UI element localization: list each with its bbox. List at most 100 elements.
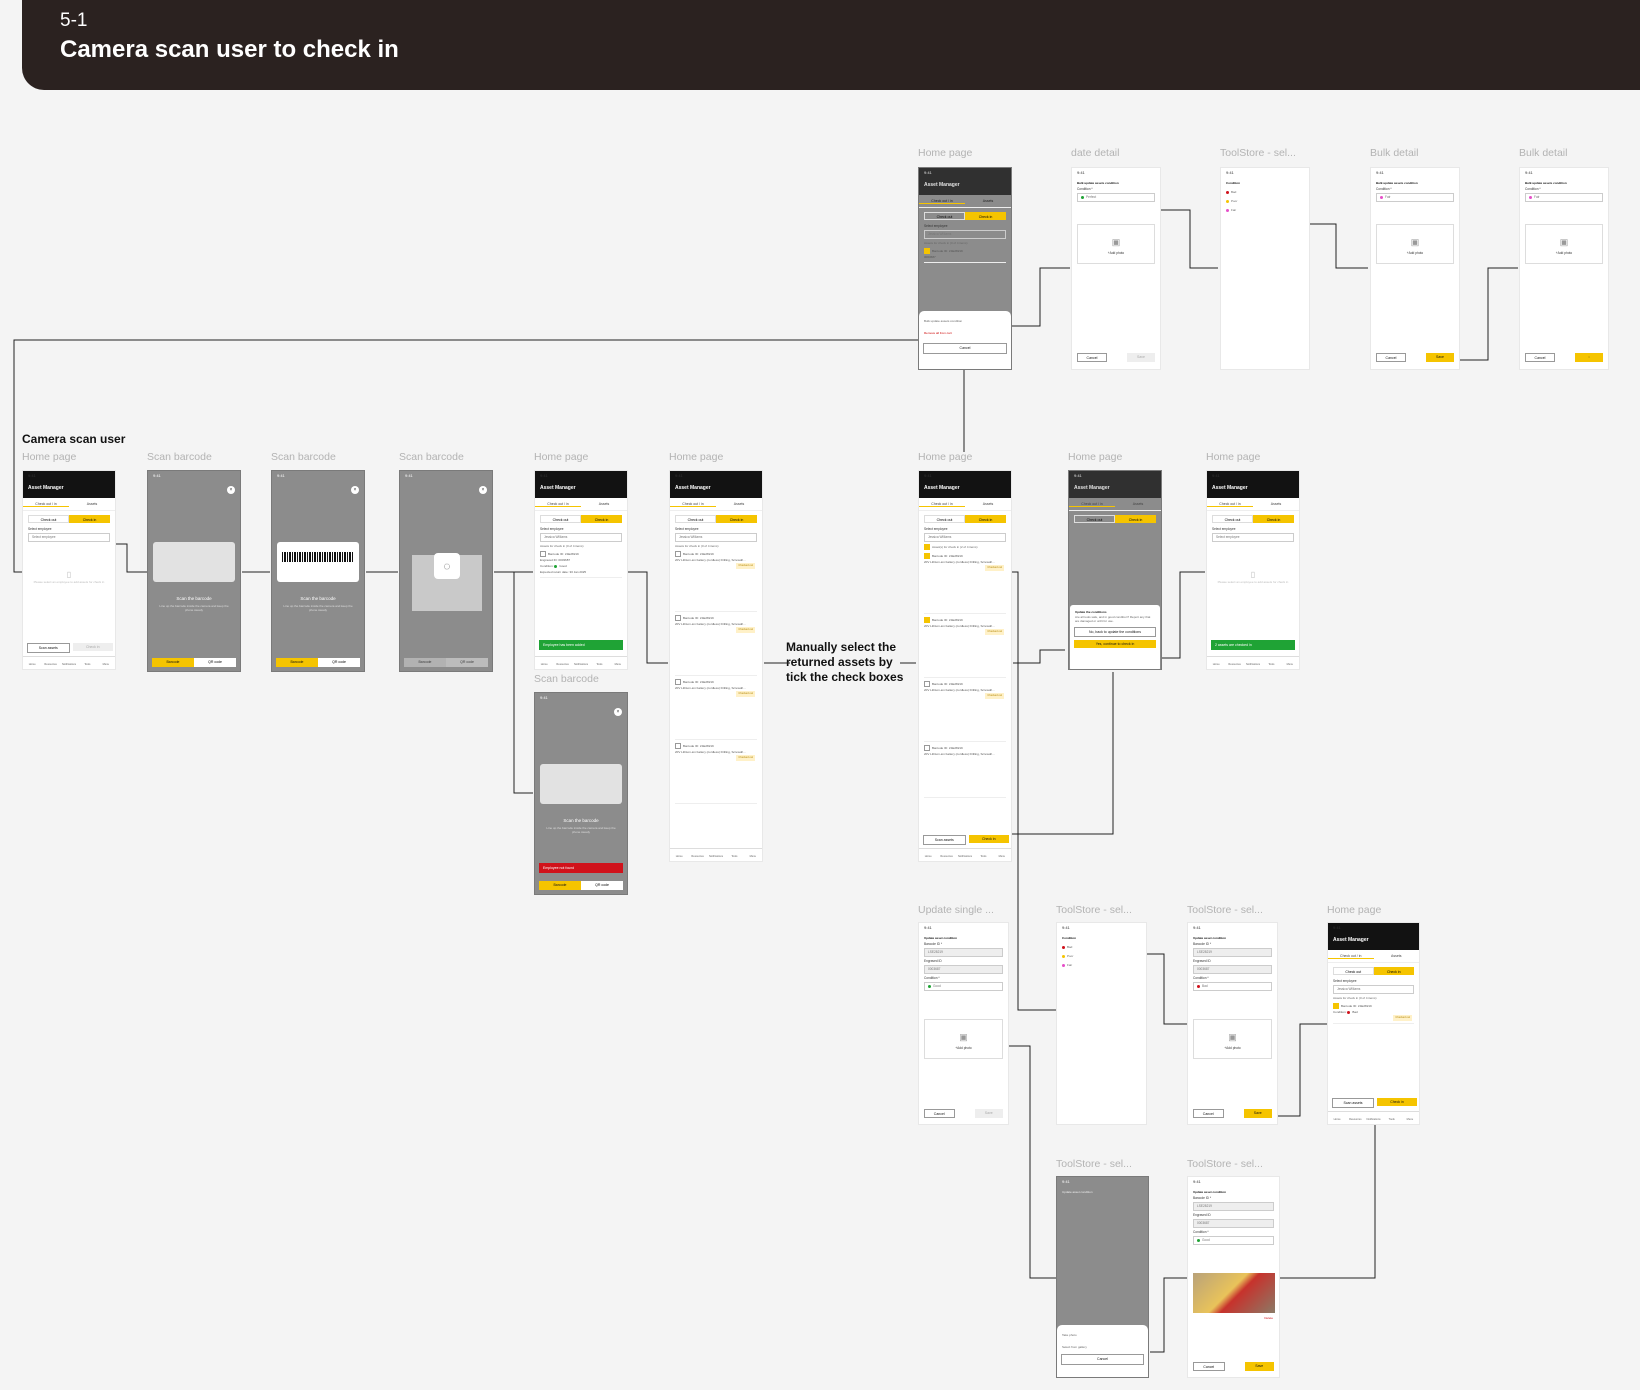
- seg-check-in[interactable]: Check in: [1253, 515, 1294, 523]
- cancel-button[interactable]: Cancel: [1525, 353, 1555, 362]
- nav-menu[interactable]: Menu: [1401, 1112, 1419, 1124]
- close-icon[interactable]: ×: [479, 486, 487, 494]
- option-fair[interactable]: Fair: [1226, 208, 1304, 212]
- employee-search-input[interactable]: Select employee: [1212, 533, 1294, 542]
- nav-tools[interactable]: Tools: [1262, 657, 1280, 669]
- close-icon[interactable]: ×: [351, 486, 359, 494]
- tab-check-out-in[interactable]: Check out / in: [1328, 954, 1374, 959]
- nav-resources[interactable]: Resources: [553, 657, 571, 669]
- option-bad[interactable]: Bad: [1062, 945, 1141, 949]
- seg-check-in[interactable]: Check in: [716, 515, 757, 523]
- tab-check-out-in[interactable]: Check out / in: [919, 502, 965, 507]
- barcode-tab[interactable]: Barcode: [539, 881, 581, 890]
- cancel-button[interactable]: Cancel: [923, 343, 1007, 354]
- save-button[interactable]: Save: [1127, 353, 1155, 362]
- seg-check-out[interactable]: Check out: [1074, 515, 1115, 523]
- tab-check-out-in[interactable]: Check out / in: [919, 199, 965, 204]
- back-to-update-button[interactable]: No, back to update the conditions: [1074, 627, 1156, 637]
- barcode-tab[interactable]: Barcode: [276, 658, 318, 667]
- save-button[interactable]: Save: [1426, 353, 1454, 362]
- condition-select[interactable]: Fair: [1525, 193, 1603, 202]
- take-photo-option[interactable]: Take photo: [1062, 1333, 1143, 1337]
- close-icon[interactable]: ×: [614, 708, 622, 716]
- cancel-button[interactable]: Cancel: [1193, 1109, 1224, 1118]
- condition-select[interactable]: Good: [1193, 1236, 1274, 1245]
- continue-check-in-button[interactable]: Yes, continue to check in: [1074, 640, 1156, 648]
- select-all-checkbox[interactable]: [924, 544, 930, 550]
- tab-assets[interactable]: Assets: [1115, 502, 1161, 506]
- check-in-button[interactable]: Check in: [1377, 1098, 1417, 1106]
- select-gallery-option[interactable]: Select from gallery: [1062, 1345, 1143, 1349]
- employee-field[interactable]: Jessica Williams: [924, 533, 1006, 542]
- seg-check-out[interactable]: Check out: [540, 515, 581, 523]
- scan-assets-button[interactable]: Scan assets: [923, 835, 966, 845]
- close-icon[interactable]: ×: [227, 486, 235, 494]
- tab-assets[interactable]: Assets: [965, 199, 1011, 203]
- nav-tools[interactable]: Tools: [590, 657, 608, 669]
- employee-field[interactable]: Jessica Williams: [540, 533, 622, 542]
- nav-menu[interactable]: Menu: [609, 657, 627, 669]
- remove-all-option[interactable]: Remove all from cart: [924, 331, 1006, 335]
- tab-assets[interactable]: Assets: [716, 502, 762, 506]
- employee-field[interactable]: Jessica Williams: [924, 230, 1006, 239]
- option-fair[interactable]: Fair: [1062, 963, 1141, 967]
- tab-check-out-in[interactable]: Check out / in: [23, 502, 69, 507]
- add-photo-box[interactable]: ▣ +Add photo: [1077, 224, 1155, 264]
- nav-resources[interactable]: Resources: [937, 849, 955, 861]
- nav-resources[interactable]: Resources: [1225, 657, 1243, 669]
- option-poor[interactable]: Poor: [1226, 199, 1304, 203]
- nav-home[interactable]: Home: [919, 849, 937, 861]
- seg-check-in[interactable]: Check in: [965, 212, 1006, 220]
- save-button[interactable]: Save: [1244, 1362, 1274, 1371]
- cancel-button[interactable]: Cancel: [1193, 1362, 1225, 1371]
- qr-tab[interactable]: QR code: [446, 658, 488, 667]
- employee-field[interactable]: Jessica Williams: [1333, 985, 1414, 994]
- bulk-update-option[interactable]: Bulk update assets condition: [924, 319, 1006, 323]
- check-in-button[interactable]: Check in: [968, 835, 1009, 843]
- nav-home[interactable]: Home: [23, 657, 41, 669]
- nav-notifications[interactable]: Notifications: [707, 849, 725, 861]
- tab-assets[interactable]: Assets: [1253, 502, 1299, 506]
- cancel-button[interactable]: Cancel: [1376, 353, 1406, 362]
- nav-home[interactable]: Home: [670, 849, 688, 861]
- seg-check-out[interactable]: Check out: [924, 515, 965, 523]
- condition-select[interactable]: Fair: [1376, 193, 1454, 202]
- qr-tab[interactable]: QR code: [318, 658, 360, 667]
- seg-check-out[interactable]: Check out: [1333, 967, 1374, 975]
- nav-notifications[interactable]: Notifications: [956, 849, 974, 861]
- nav-home[interactable]: Home: [1207, 657, 1225, 669]
- add-photo-box[interactable]: ▣ +Add photo: [1193, 1019, 1272, 1059]
- nav-tools[interactable]: Tools: [974, 849, 992, 861]
- nav-notifications[interactable]: Notifications: [1364, 1112, 1382, 1124]
- cancel-button[interactable]: Cancel: [924, 1109, 955, 1118]
- condition-select[interactable]: Perfect: [1077, 193, 1155, 202]
- cancel-button[interactable]: Cancel: [1077, 353, 1107, 362]
- save-button[interactable]: Save: [974, 1109, 1003, 1118]
- add-photo-box[interactable]: ▣ +Add photo: [1376, 224, 1454, 264]
- seg-check-in[interactable]: Check in: [965, 515, 1006, 523]
- nav-tools[interactable]: Tools: [78, 657, 96, 669]
- nav-resources[interactable]: Resources: [1346, 1112, 1364, 1124]
- tab-check-out-in[interactable]: Check out / in: [1069, 502, 1115, 507]
- seg-check-in[interactable]: Check in: [1115, 515, 1156, 523]
- nav-notifications[interactable]: Notifications: [1244, 657, 1262, 669]
- seg-check-out[interactable]: Check out: [28, 515, 69, 523]
- seg-check-out[interactable]: Check out: [924, 212, 965, 220]
- nav-menu[interactable]: Menu: [744, 849, 762, 861]
- barcode-tab[interactable]: Barcode: [152, 658, 194, 667]
- nav-menu[interactable]: Menu: [97, 657, 115, 669]
- save-button[interactable]: Save: [1243, 1109, 1272, 1118]
- qr-tab[interactable]: QR code: [581, 881, 623, 890]
- seg-check-in[interactable]: Check in: [1373, 967, 1414, 975]
- add-photo-box[interactable]: ▣ +Add photo: [1525, 224, 1603, 264]
- seg-check-out[interactable]: Check out: [1212, 515, 1253, 523]
- seg-check-out[interactable]: Check out: [675, 515, 716, 523]
- nav-menu[interactable]: Menu: [1281, 657, 1299, 669]
- nav-resources[interactable]: Resources: [41, 657, 59, 669]
- nav-home[interactable]: Home: [1328, 1112, 1346, 1124]
- tab-assets[interactable]: Assets: [581, 502, 627, 506]
- barcode-tab[interactable]: Barcode: [404, 658, 446, 667]
- cancel-button[interactable]: Cancel: [1061, 1354, 1144, 1365]
- employee-field[interactable]: Jessica Williams: [675, 533, 757, 542]
- nav-notifications[interactable]: Notifications: [60, 657, 78, 669]
